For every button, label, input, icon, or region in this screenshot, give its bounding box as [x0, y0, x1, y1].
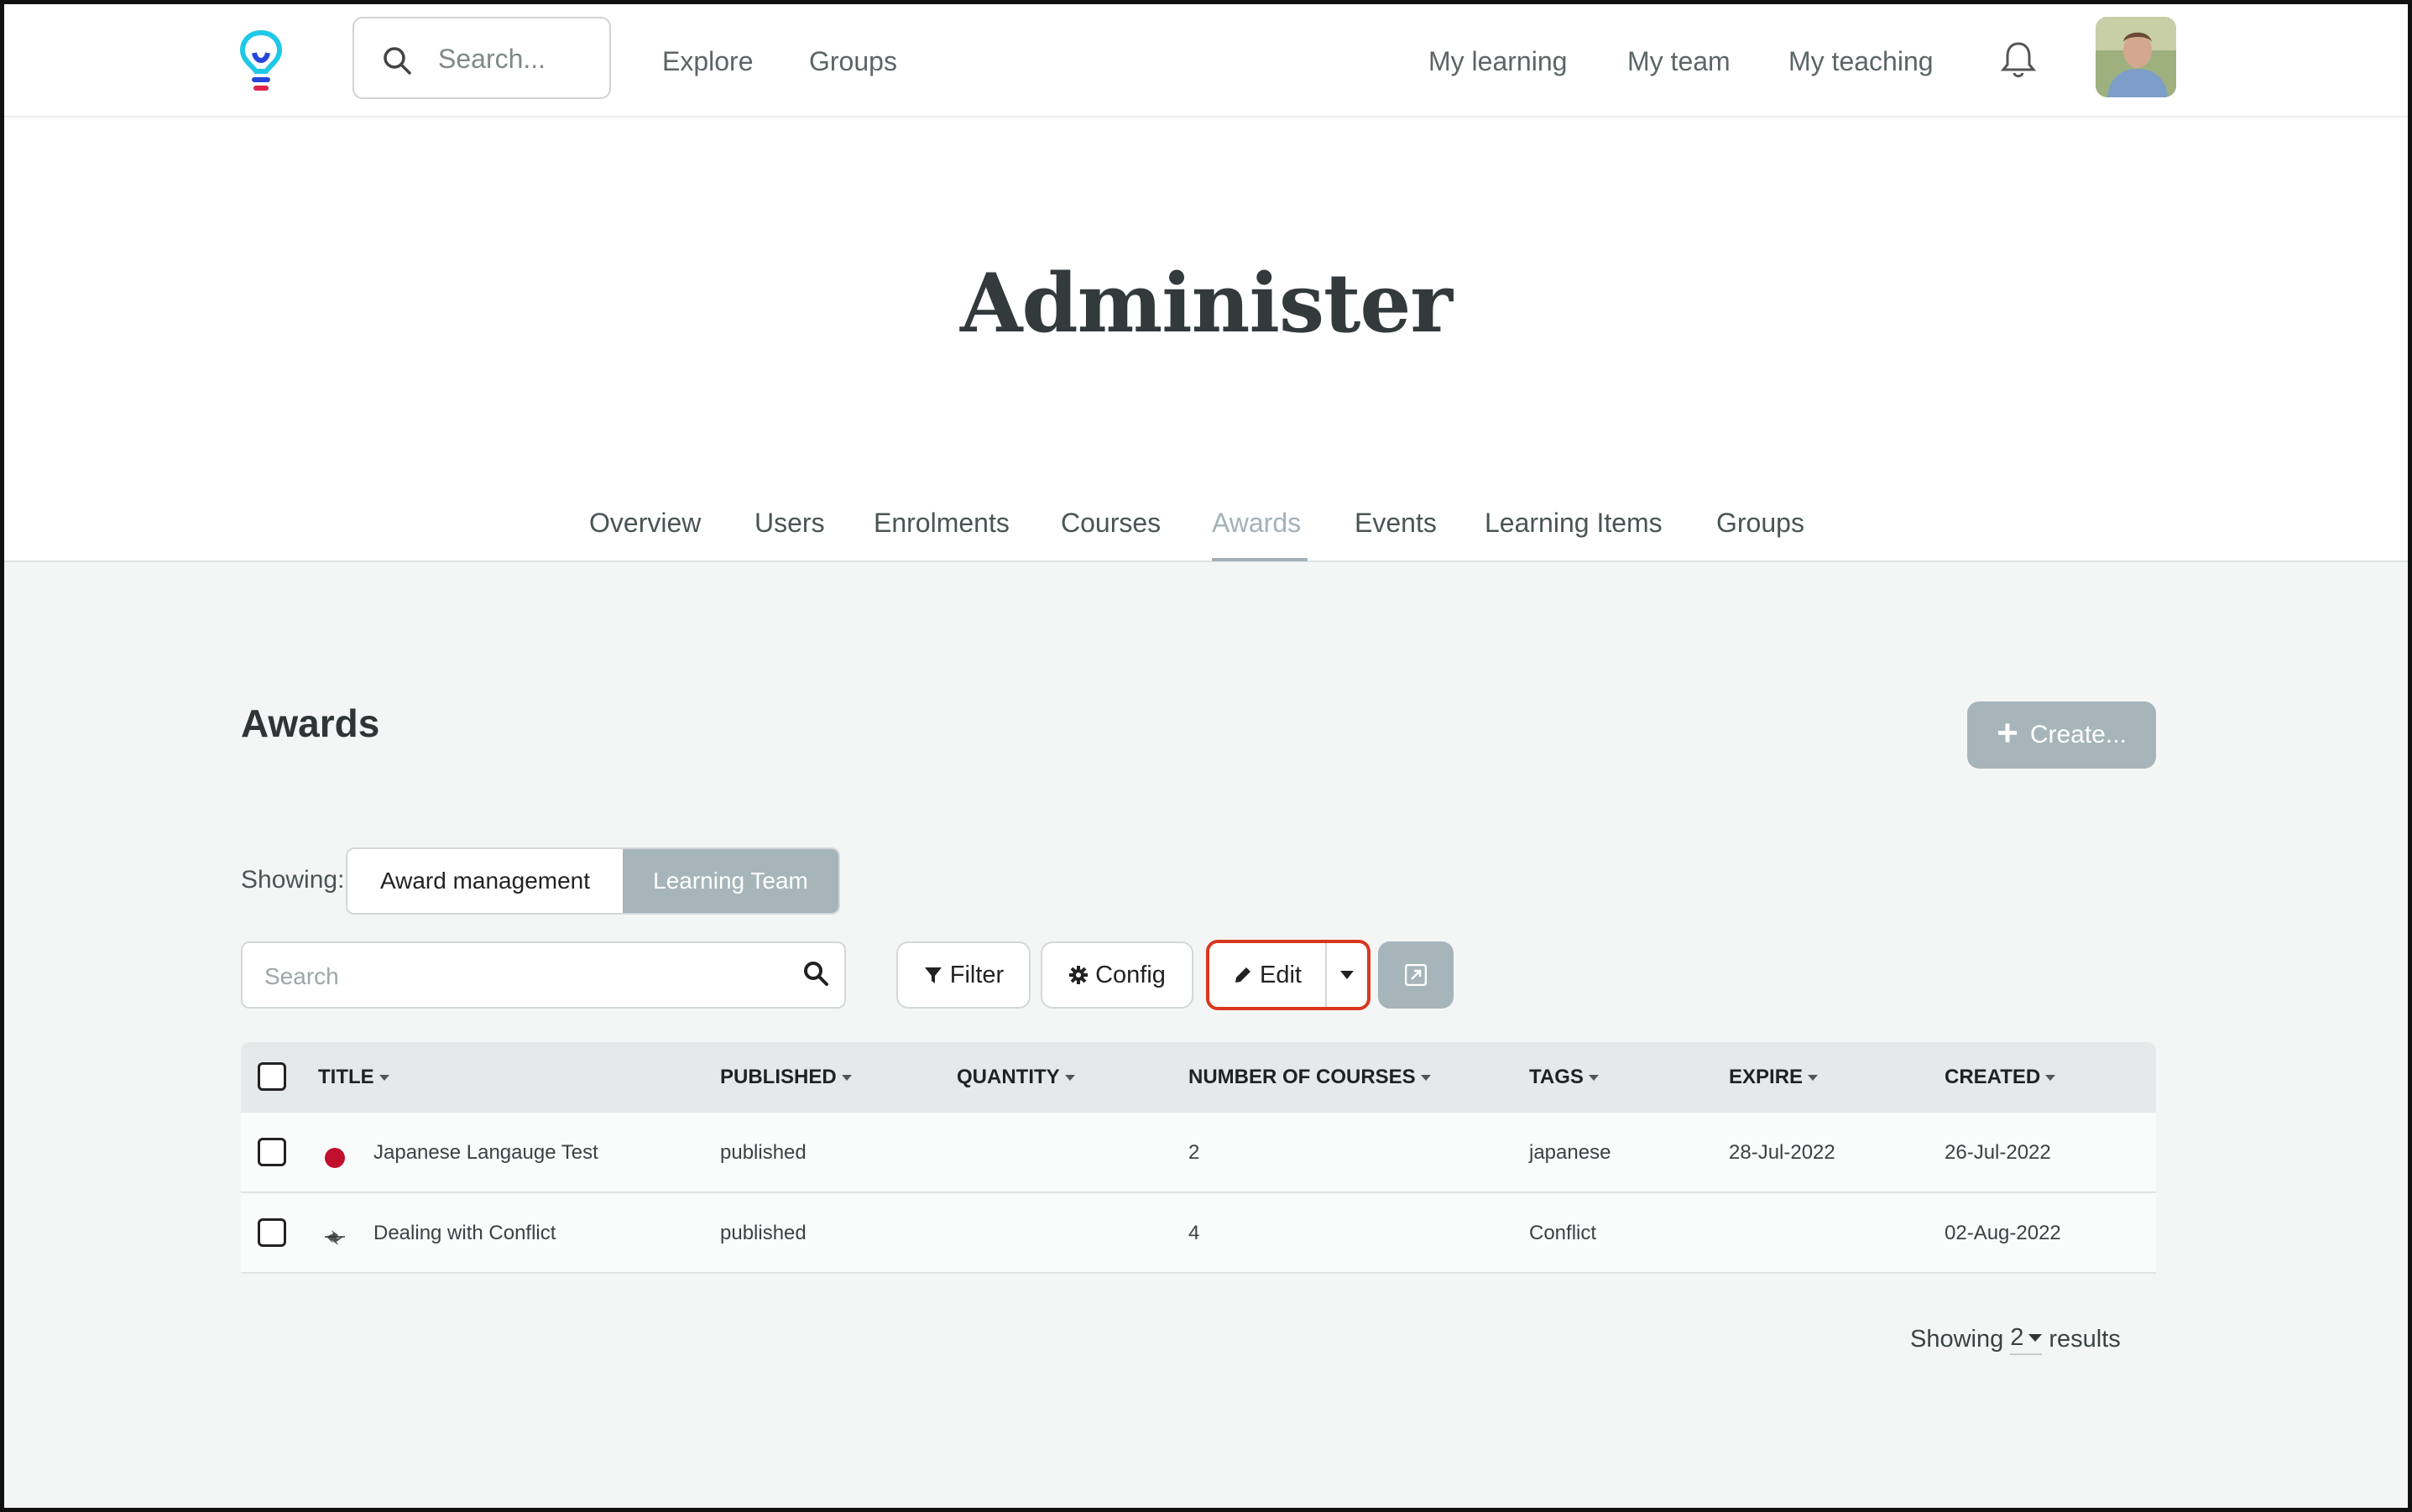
tab-groups[interactable]: Groups	[1716, 508, 1804, 539]
cell-expire: 28-Jul-2022	[1729, 1141, 1835, 1164]
awards-table: TITLE PUBLISHED QUANTITY NUMBER OF COURS…	[241, 1042, 2156, 1274]
segment-award-management[interactable]: Award management	[347, 849, 623, 913]
tab-courses[interactable]: Courses	[1061, 508, 1161, 539]
segment-learning-team[interactable]: Learning Team	[623, 849, 838, 913]
cell-published: published	[720, 1141, 807, 1164]
page-header: Administer Overview Users Enrolments Cou…	[4, 117, 2408, 562]
edit-split-button: Edit	[1206, 940, 1370, 1010]
tab-overview[interactable]: Overview	[589, 508, 701, 539]
cell-number-of-courses: 4	[1188, 1222, 1200, 1244]
sort-caret-icon	[379, 1074, 389, 1081]
results-label: results	[2049, 1326, 2121, 1353]
gear-icon	[1069, 966, 1089, 984]
active-tab-indicator	[1212, 558, 1308, 561]
column-header-quantity[interactable]: QUANTITY	[957, 1066, 1075, 1089]
export-button[interactable]	[1378, 941, 1454, 1009]
search-placeholder: Search...	[438, 44, 546, 74]
create-button[interactable]: + Create...	[1967, 701, 2156, 769]
cell-title[interactable]: Japanese Langauge Test	[373, 1141, 598, 1165]
tab-users[interactable]: Users	[754, 508, 825, 539]
results-showing-label: Showing	[1910, 1326, 2004, 1353]
column-header-number-of-courses[interactable]: NUMBER OF COURSES	[1188, 1066, 1431, 1089]
japan-flag-icon	[325, 1148, 345, 1168]
cell-title[interactable]: Dealing with Conflict	[373, 1222, 556, 1245]
config-button-label: Config	[1095, 961, 1166, 988]
nav-explore[interactable]: Explore	[662, 46, 754, 77]
global-search-input[interactable]: Search...	[352, 17, 611, 99]
config-button[interactable]: Config	[1041, 941, 1193, 1009]
page-title: Administer	[960, 256, 1453, 351]
results-summary: Showing 2 results	[1910, 1324, 2121, 1355]
cell-tags: japanese	[1529, 1141, 1611, 1164]
cell-number-of-courses: 2	[1188, 1141, 1200, 1164]
external-link-icon	[1405, 964, 1427, 986]
nav-groups[interactable]: Groups	[809, 46, 897, 77]
table-row[interactable]: Dealing with Conflict published 4 Confli…	[241, 1193, 2156, 1274]
pencil-icon	[1235, 967, 1250, 983]
view-segmented-control: Award management Learning Team	[346, 847, 840, 915]
table-search-placeholder: Search	[264, 963, 339, 989]
tab-awards[interactable]: Awards	[1212, 508, 1301, 539]
table-row[interactable]: Japanese Langauge Test published 2 japan…	[241, 1113, 2156, 1193]
column-header-tags[interactable]: TAGS	[1529, 1066, 1599, 1089]
page-size-value: 2	[2010, 1324, 2024, 1351]
edit-button[interactable]: Edit	[1209, 943, 1327, 1007]
table-search-input[interactable]: Search	[241, 941, 846, 1009]
tab-enrolments[interactable]: Enrolments	[874, 508, 1010, 539]
column-header-published[interactable]: PUBLISHED	[720, 1066, 852, 1089]
avatar-person-icon	[2096, 17, 2176, 97]
tab-learning-items[interactable]: Learning Items	[1485, 508, 1663, 539]
tab-events[interactable]: Events	[1355, 508, 1437, 539]
caret-down-icon	[2028, 1334, 2043, 1342]
select-all-checkbox[interactable]	[258, 1062, 286, 1091]
edit-button-label: Edit	[1260, 961, 1302, 988]
sort-caret-icon	[2045, 1074, 2056, 1081]
cell-tags: Conflict	[1529, 1222, 1597, 1244]
edit-dropdown-toggle[interactable]	[1327, 943, 1367, 1007]
cell-created: 26-Jul-2022	[1945, 1141, 2051, 1164]
lightbulb-logo-icon[interactable]	[238, 28, 285, 95]
search-icon	[384, 47, 411, 75]
sort-caret-icon	[1064, 1074, 1075, 1081]
search-icon[interactable]	[802, 960, 829, 987]
nav-my-learning[interactable]: My learning	[1428, 46, 1567, 77]
column-header-created[interactable]: CREATED	[1945, 1066, 2056, 1089]
nav-my-teaching[interactable]: My teaching	[1788, 46, 1934, 77]
row-checkbox[interactable]	[258, 1218, 286, 1247]
notification-bell-icon[interactable]	[2000, 39, 2037, 80]
showing-label: Showing:	[241, 866, 345, 894]
page-size-select[interactable]: 2	[2010, 1324, 2043, 1355]
top-navigation-bar: Search... Explore Groups My learning My …	[4, 4, 2408, 117]
filter-button[interactable]: Filter	[896, 941, 1031, 1009]
sort-caret-icon	[1588, 1074, 1599, 1081]
column-header-title[interactable]: TITLE	[318, 1066, 389, 1089]
row-checkbox[interactable]	[258, 1138, 286, 1166]
cell-created: 02-Aug-2022	[1945, 1222, 2061, 1244]
sort-caret-icon	[1420, 1074, 1431, 1081]
sort-caret-icon	[841, 1074, 852, 1081]
filter-button-label: Filter	[949, 961, 1005, 988]
create-button-label: Create...	[2029, 721, 2127, 748]
conflict-icon	[325, 1230, 345, 1245]
user-avatar[interactable]	[2096, 17, 2176, 97]
cell-published: published	[720, 1222, 807, 1244]
plus-icon: +	[1997, 712, 2018, 753]
nav-my-team[interactable]: My team	[1627, 46, 1731, 77]
section-title: Awards	[241, 701, 380, 745]
filter-icon	[924, 967, 942, 983]
table-header: TITLE PUBLISHED QUANTITY NUMBER OF COURS…	[241, 1042, 2156, 1113]
caret-down-icon	[1340, 971, 1354, 979]
sort-caret-icon	[1808, 1074, 1819, 1081]
column-header-expire[interactable]: EXPIRE	[1729, 1066, 1819, 1089]
